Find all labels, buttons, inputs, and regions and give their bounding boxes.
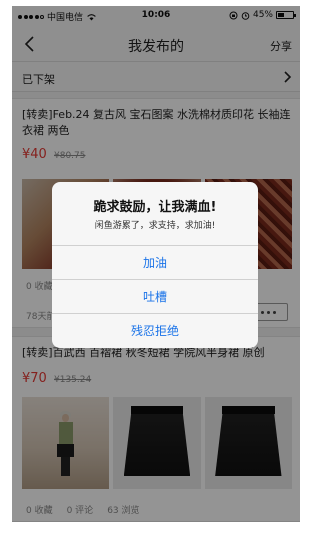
alert-title: 跪求鼓励，让我满血! xyxy=(93,200,217,215)
phone-screen: 中国电信 10:06 45% 我发布的 分享 已下架 [转卖]Feb.24 复古… xyxy=(12,6,300,522)
rating-alert-dialog: 跪求鼓励，让我满血! 闲鱼游累了，求支持，求加油! 加油 吐槽 残忍拒绝 xyxy=(52,182,258,348)
cheer-button[interactable]: 加油 xyxy=(52,245,258,279)
decline-button[interactable]: 残忍拒绝 xyxy=(52,313,258,347)
complain-button[interactable]: 吐槽 xyxy=(52,279,258,313)
alert-message: 闲鱼游累了，求支持，求加油! xyxy=(94,221,216,231)
